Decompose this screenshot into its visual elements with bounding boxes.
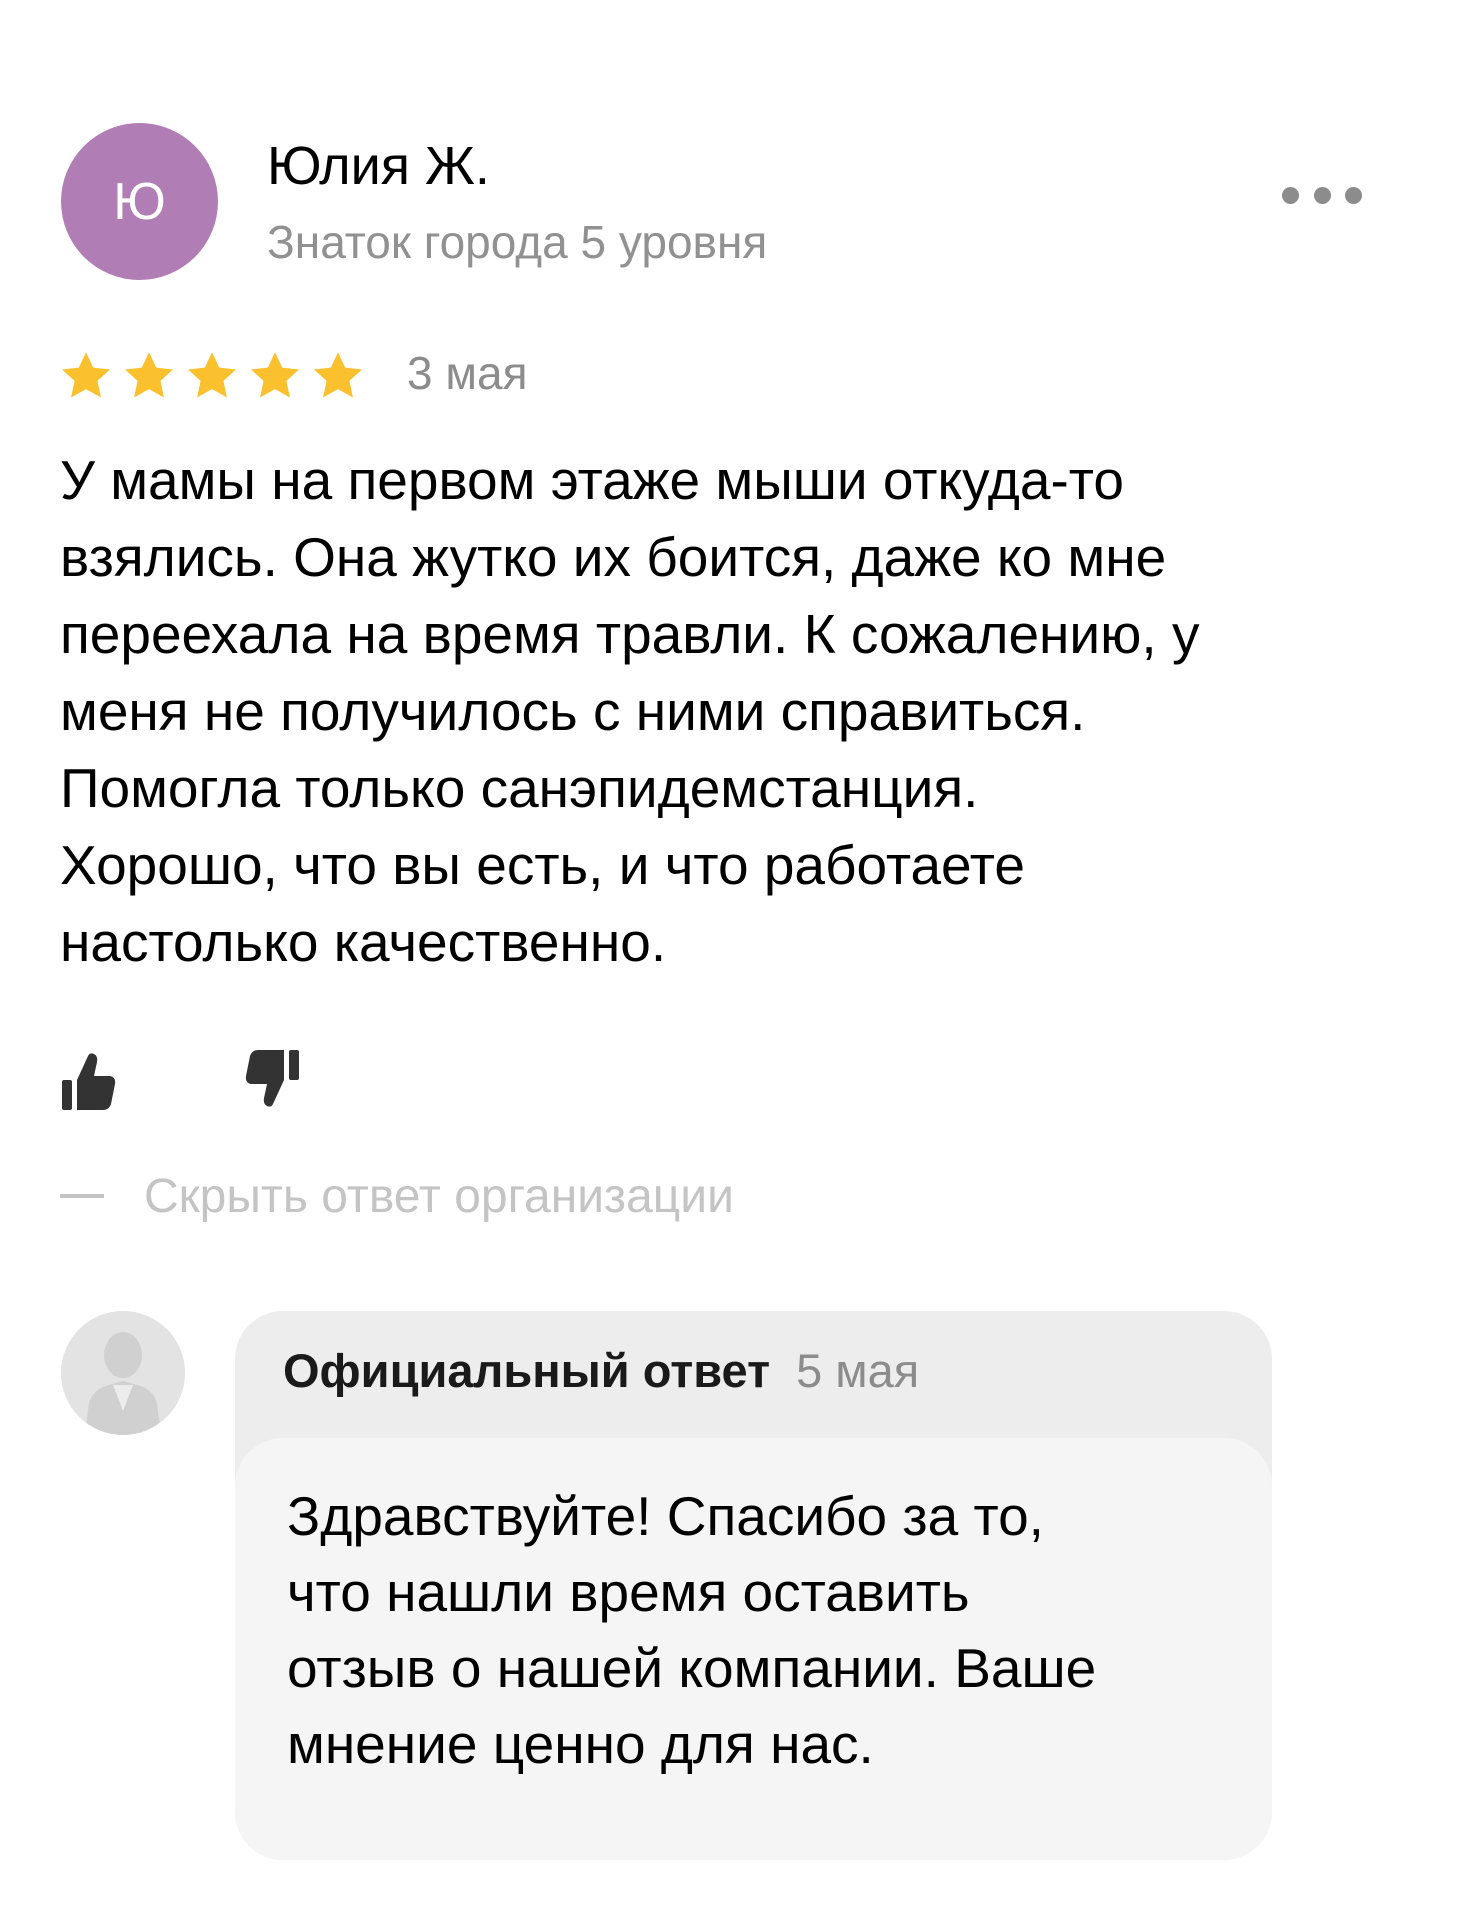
review-text-line: взялись. Она жутко их боится, даже ко мн…: [60, 526, 1167, 588]
more-dots-icon: [1345, 186, 1362, 204]
star-icon: [56, 348, 116, 404]
review-text-line: меня не получилось с ними справиться.: [60, 680, 1086, 742]
reply-text-line: что нашли время оставить: [287, 1561, 970, 1623]
reply-date: 5 мая: [796, 1344, 920, 1397]
star-icon: [245, 348, 305, 404]
review-text-line: У мамы на первом этаже мыши откуда-то: [60, 449, 1124, 511]
review-text-line: Хорошо, что вы есть, и что работаете: [60, 834, 1025, 896]
collapse-dash-icon: [60, 1194, 104, 1198]
reply-header: Официальный ответ 5 мая: [283, 1343, 919, 1398]
review-text-line: настолько качественно.: [60, 911, 667, 973]
reply-text-line: отзыв о нашей компании. Ваше: [287, 1637, 1097, 1699]
review-text-line: Помогла только санэпидемстанция.: [60, 757, 979, 819]
author-initial: Ю: [113, 172, 166, 231]
reply-text: Здравствуйте! Спасибо за то, что нашли в…: [287, 1478, 1096, 1782]
author-name[interactable]: Юлия Ж.: [267, 135, 490, 197]
dislike-button[interactable]: [243, 1048, 301, 1110]
rating-stars: [56, 348, 371, 404]
thumbs-up-icon: [62, 1053, 116, 1110]
review-date: 3 мая: [407, 347, 528, 399]
organization-avatar: [61, 1311, 185, 1435]
organization-reply-card: Официальный ответ 5 мая Здравствуйте! Сп…: [235, 1311, 1272, 1860]
reply-body: Здравствуйте! Спасибо за то, что нашли в…: [235, 1438, 1272, 1860]
review-text-line: переехала на время травли. К сожалению, …: [60, 603, 1200, 665]
like-button[interactable]: [60, 1050, 118, 1112]
author-level: Знаток города 5 уровня: [267, 216, 768, 268]
review-text: У мамы на первом этаже мыши откуда-то вз…: [60, 442, 1400, 981]
star-icon: [308, 348, 368, 404]
thumbs-down-icon: [245, 1050, 299, 1107]
star-icon: [182, 348, 242, 404]
more-dots-icon: [1282, 186, 1299, 204]
star-icon: [119, 348, 179, 404]
hide-reply-link[interactable]: Скрыть ответ организации: [60, 1164, 734, 1228]
person-silhouette-icon: [61, 1311, 185, 1435]
more-dots-icon: [1313, 186, 1331, 204]
hide-reply-label: Скрыть ответ организации: [144, 1169, 734, 1223]
reply-title: Официальный ответ: [283, 1344, 771, 1397]
reply-text-line: мнение ценно для нас.: [287, 1713, 874, 1775]
author-avatar[interactable]: Ю: [61, 123, 218, 280]
reply-text-line: Здравствуйте! Спасибо за то,: [287, 1485, 1044, 1547]
more-options-button[interactable]: [1282, 177, 1362, 213]
